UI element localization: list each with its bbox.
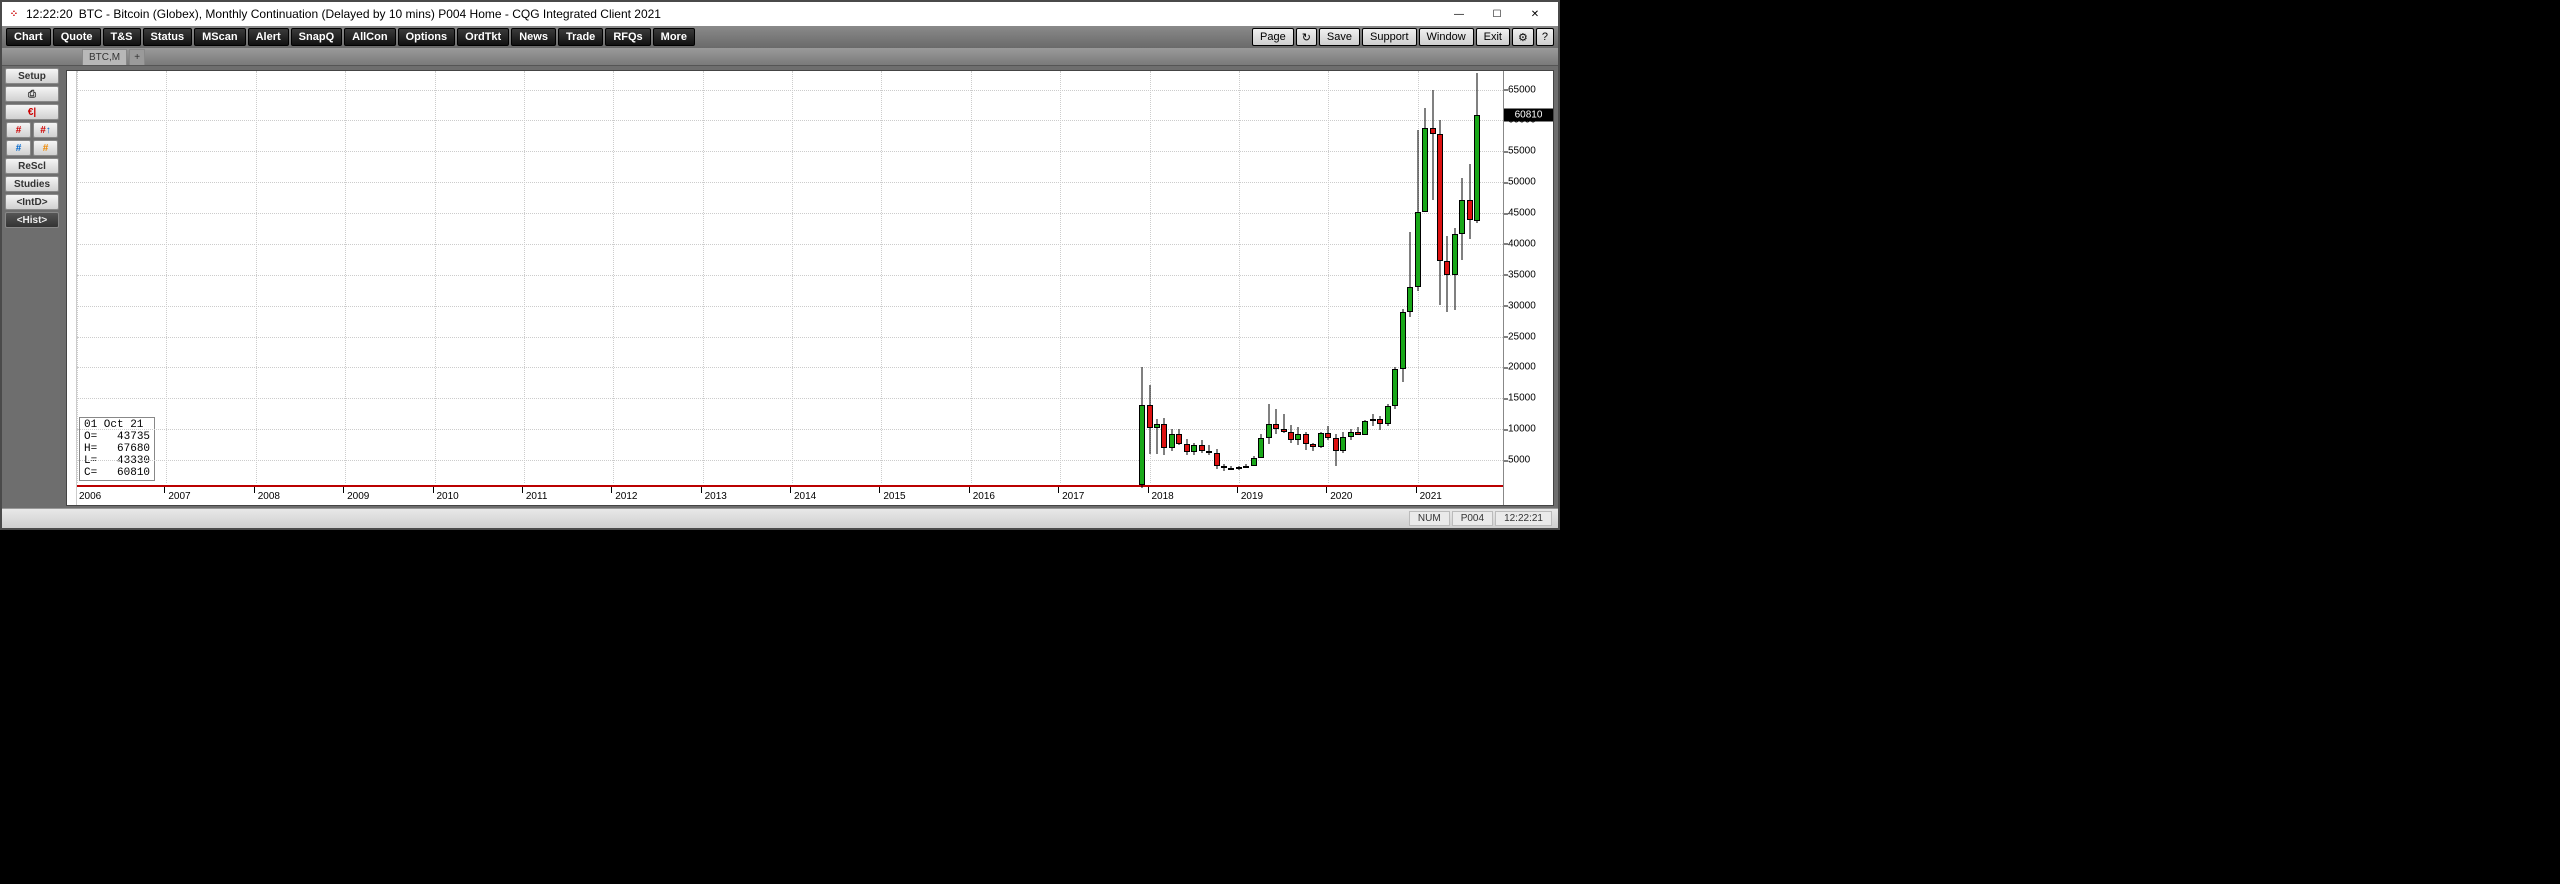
chart-canvas[interactable]: 2006 2007 2008 2009 2010 2011 2012 2013 2014 2015… <box>77 71 1503 505</box>
toolbar-rfqs[interactable]: RFQs <box>605 28 650 46</box>
support-button[interactable]: Support <box>1362 28 1417 46</box>
x-label: 2019 <box>1241 491 1263 502</box>
x-label: 2012 <box>615 491 637 502</box>
tab-add-button[interactable]: + <box>129 49 145 65</box>
intd-button[interactable]: <IntD> <box>5 194 59 210</box>
setup-button[interactable]: Setup <box>5 68 59 84</box>
x-label: 2017 <box>1062 491 1084 502</box>
close-button[interactable]: ✕ <box>1516 3 1554 25</box>
toolbar-trade[interactable]: Trade <box>558 28 603 46</box>
chart-x-axis: 2006 2007 2008 2009 2010 2011 2012 2013 2014 2015… <box>77 485 1503 505</box>
currency-button[interactable]: €| <box>5 104 59 120</box>
y-tick: 5000 <box>1508 455 1530 466</box>
x-label: 2011 <box>526 491 548 502</box>
chart-inner[interactable]: 2006 2007 2008 2009 2010 2011 2012 2013 2014 2015… <box>66 70 1554 506</box>
toolbar-status[interactable]: Status <box>143 28 193 46</box>
y-tick: 25000 <box>1508 331 1536 342</box>
refresh-button[interactable]: ↻ <box>1296 28 1317 46</box>
title-bar: ⁘ 12:22:20 BTC - Bitcoin (Globex), Month… <box>2 2 1558 26</box>
y-tick: 35000 <box>1508 269 1536 280</box>
hist-button[interactable]: <Hist> <box>5 212 59 228</box>
page-button[interactable]: Page <box>1252 28 1294 46</box>
status-bar: NUM P004 12:22:21 <box>2 508 1558 528</box>
hash-up-button[interactable]: #↑ <box>33 122 58 138</box>
minimize-button[interactable]: — <box>1440 3 1478 25</box>
x-label: 2010 <box>437 491 459 502</box>
status-clock: 12:22:21 <box>1495 511 1552 526</box>
studies-button[interactable]: Studies <box>5 176 59 192</box>
y-tick: 30000 <box>1508 300 1536 311</box>
tabs-row: BTC,M + <box>2 48 1558 66</box>
toolbar-mscan[interactable]: MScan <box>194 28 245 46</box>
x-label: 2015 <box>883 491 905 502</box>
toolbar-ts[interactable]: T&S <box>103 28 141 46</box>
x-label: 2013 <box>705 491 727 502</box>
x-label: 2008 <box>258 491 280 502</box>
app-window: ⁘ 12:22:20 BTC - Bitcoin (Globex), Month… <box>0 0 1560 530</box>
main-toolbar: ChartQuoteT&SStatusMScanAlertSnapQAllCon… <box>2 26 1558 48</box>
rescale-button[interactable]: ReScl <box>5 158 59 174</box>
x-label: 2016 <box>973 491 995 502</box>
tab-btc-monthly[interactable]: BTC,M <box>82 49 127 65</box>
print-icon: ⎙ <box>28 89 36 100</box>
print-button[interactable]: ⎙ <box>5 86 59 102</box>
y-tick: 65000 <box>1508 84 1536 95</box>
body-row: Setup ⎙ €| # #↑ # # ReScl Studies <IntD>… <box>2 66 1558 508</box>
save-button[interactable]: Save <box>1319 28 1360 46</box>
title-time: 12:22:20 <box>26 7 73 21</box>
y-tick: 10000 <box>1508 424 1536 435</box>
x-label: 2020 <box>1330 491 1352 502</box>
help-icon[interactable]: ? <box>1536 28 1554 46</box>
app-icon: ⁘ <box>6 6 22 22</box>
hash-orange-button[interactable]: # <box>33 140 58 156</box>
y-tick: 50000 <box>1508 177 1536 188</box>
toolbar-options[interactable]: Options <box>398 28 456 46</box>
x-label: 2018 <box>1152 491 1174 502</box>
window-button[interactable]: Window <box>1419 28 1474 46</box>
hash-row-1: # #↑ <box>5 122 59 138</box>
status-page: P004 <box>1452 511 1493 526</box>
left-panel: Setup ⎙ €| # #↑ # # ReScl Studies <IntD>… <box>2 66 62 508</box>
toolbar-ordtkt[interactable]: OrdTkt <box>457 28 509 46</box>
y-tick: 15000 <box>1508 393 1536 404</box>
status-num: NUM <box>1409 511 1450 526</box>
toolbar-alert[interactable]: Alert <box>248 28 289 46</box>
y-tick: 40000 <box>1508 238 1536 249</box>
x-label: 2007 <box>168 491 190 502</box>
toolbar-more[interactable]: More <box>653 28 695 46</box>
x-label: 2009 <box>347 491 369 502</box>
chart-y-axis: 5000 10000 15000 20000 25000 30000 35000 40000 4… <box>1503 71 1553 505</box>
toolbar-news[interactable]: News <box>511 28 556 46</box>
hash-blue-button[interactable]: # <box>6 140 31 156</box>
toolbar-allcon[interactable]: AllCon <box>344 28 395 46</box>
title-text: BTC - Bitcoin (Globex), Monthly Continua… <box>79 7 661 21</box>
hash-red-button[interactable]: # <box>6 122 31 138</box>
settings-icon[interactable]: ⚙ <box>1512 28 1534 46</box>
y-tick: 55000 <box>1508 146 1536 157</box>
toolbar-chart[interactable]: Chart <box>6 28 51 46</box>
y-tick: 45000 <box>1508 208 1536 219</box>
tab-label: BTC,M <box>89 52 120 63</box>
maximize-button[interactable]: ☐ <box>1478 3 1516 25</box>
exit-button[interactable]: Exit <box>1476 28 1510 46</box>
x-label: 2021 <box>1420 491 1442 502</box>
chart-left-strip <box>67 71 77 505</box>
x-label: 2006 <box>79 491 101 502</box>
current-price-marker: 60810 <box>1504 109 1553 122</box>
ohlc-overlay: 01 Oct 21 O= 43735 H= 67680 L= 43330 C= … <box>79 417 155 481</box>
hash-row-2: # # <box>5 140 59 156</box>
chart-area: 2006 2007 2008 2009 2010 2011 2012 2013 2014 2015… <box>62 66 1558 508</box>
x-label: 2014 <box>794 491 816 502</box>
toolbar-snapq[interactable]: SnapQ <box>291 28 342 46</box>
currency-icon: €| <box>28 107 36 118</box>
y-tick: 20000 <box>1508 362 1536 373</box>
toolbar-quote[interactable]: Quote <box>53 28 101 46</box>
